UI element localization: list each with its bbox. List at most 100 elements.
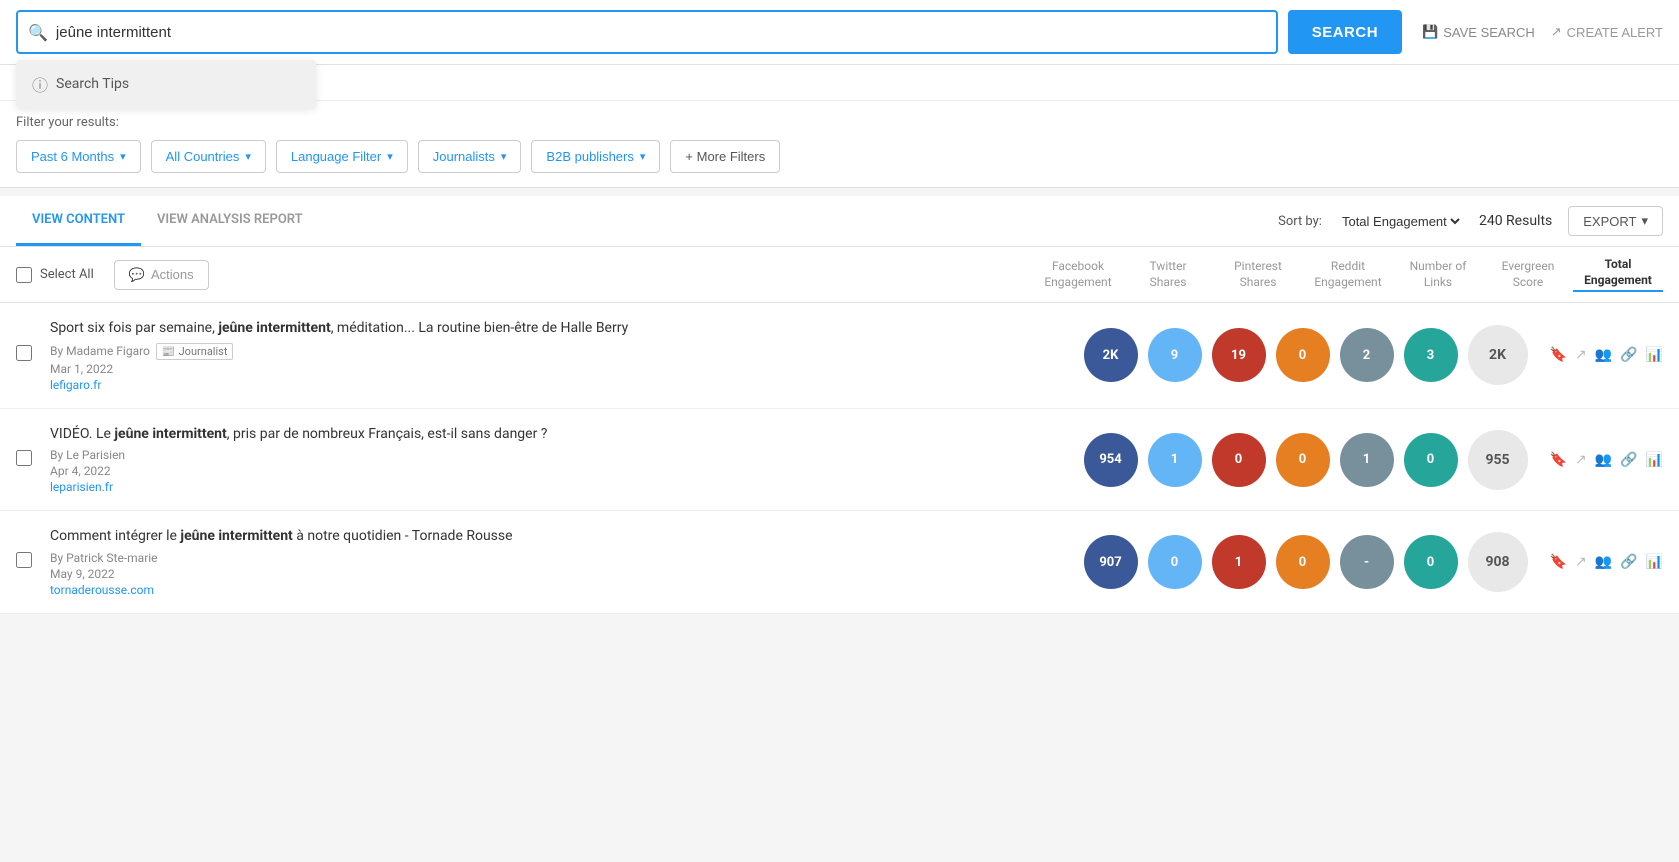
export-label: EXPORT bbox=[1583, 214, 1636, 229]
facebook-metric-1: 2K bbox=[1084, 328, 1138, 382]
search-button[interactable]: SEARCH bbox=[1288, 10, 1402, 54]
twitter-metric-1: 9 bbox=[1148, 328, 1202, 382]
tab-view-content[interactable]: VIEW CONTENT bbox=[16, 196, 141, 246]
users-icon[interactable]: 👥 bbox=[1595, 554, 1612, 570]
journalists-filter[interactable]: Journalists ▾ bbox=[418, 140, 522, 173]
share-icon[interactable]: ↗ bbox=[1575, 452, 1587, 468]
article-date-2: Apr 4, 2022 bbox=[50, 464, 1070, 478]
article-date-3: May 9, 2022 bbox=[50, 567, 1070, 581]
share-icon[interactable]: ↗ bbox=[1575, 554, 1587, 570]
select-all-area: Select All bbox=[16, 267, 94, 283]
reddit-metric-3: 0 bbox=[1276, 535, 1330, 589]
bookmark-icon[interactable]: 🔖 bbox=[1550, 554, 1567, 570]
chevron-down-icon: ▾ bbox=[1641, 213, 1648, 229]
select-all-label: Select All bbox=[40, 267, 94, 282]
article-title-3[interactable]: Comment intégrer le jeûne intermittent à… bbox=[50, 527, 1070, 547]
chevron-down-icon: ▾ bbox=[640, 150, 646, 163]
chart-icon[interactable]: 📊 bbox=[1646, 554, 1663, 570]
facebook-metric-3: 907 bbox=[1084, 535, 1138, 589]
article-metrics-1: 2K 9 19 0 2 3 2K bbox=[1080, 325, 1532, 385]
article-meta-3: By Patrick Ste-marie bbox=[50, 551, 1070, 565]
sort-select[interactable]: Total Engagement bbox=[1338, 213, 1463, 230]
filter-buttons: Past 6 Months ▾ All Countries ▾ Language… bbox=[16, 140, 1663, 173]
links-metric-1: 2 bbox=[1340, 328, 1394, 382]
actions-icon: 💬 bbox=[129, 267, 145, 283]
users-icon[interactable]: 👥 bbox=[1595, 452, 1612, 468]
article-checkbox-2[interactable] bbox=[16, 450, 40, 470]
col-header-twitter: TwitterShares bbox=[1123, 259, 1213, 290]
article-link-2[interactable]: leparisien.fr bbox=[50, 480, 1070, 494]
search-tips-label: Search Tips bbox=[56, 76, 129, 92]
article-meta-2: By Le Parisien bbox=[50, 448, 1070, 462]
article-meta-1: By Madame Figaro 📰 Journalist bbox=[50, 343, 1070, 360]
evergreen-metric-1: 3 bbox=[1404, 328, 1458, 382]
pinterest-metric-2: 0 bbox=[1212, 433, 1266, 487]
evergreen-metric-2: 0 bbox=[1404, 433, 1458, 487]
link-icon[interactable]: 🔗 bbox=[1620, 347, 1637, 363]
article-title-2[interactable]: VIDÉO. Le jeûne intermittent, pris par d… bbox=[50, 425, 1070, 445]
table-row: Comment intégrer le jeûne intermittent à… bbox=[0, 511, 1679, 614]
more-filters-button[interactable]: + More Filters bbox=[670, 140, 780, 173]
select-all-checkbox[interactable] bbox=[16, 267, 32, 283]
links-metric-2: 1 bbox=[1340, 433, 1394, 487]
actions-button[interactable]: 💬 Actions bbox=[114, 260, 209, 290]
table-row: VIDÉO. Le jeûne intermittent, pris par d… bbox=[0, 409, 1679, 512]
tab-view-analysis[interactable]: VIEW ANALYSIS REPORT bbox=[141, 196, 319, 246]
article-content-3: Comment intégrer le jeûne intermittent à… bbox=[50, 527, 1070, 597]
article-checkbox-3[interactable] bbox=[16, 552, 40, 572]
row-actions-3: 🔖 ↗ 👥 🔗 📊 bbox=[1550, 554, 1663, 570]
col-header-evergreen: EvergreenScore bbox=[1483, 259, 1573, 290]
past-months-label: Past 6 Months bbox=[31, 149, 114, 164]
article-link-3[interactable]: tornaderousse.com bbox=[50, 583, 1070, 597]
twitter-metric-2: 1 bbox=[1148, 433, 1202, 487]
chevron-down-icon: ▾ bbox=[245, 150, 251, 163]
reddit-metric-1: 0 bbox=[1276, 328, 1330, 382]
article-link-1[interactable]: lefigaro.fr bbox=[50, 378, 1070, 392]
bookmark-icon[interactable]: 🔖 bbox=[1550, 347, 1567, 363]
row-actions-2: 🔖 ↗ 👥 🔗 📊 bbox=[1550, 452, 1663, 468]
links-metric-3: - bbox=[1340, 535, 1394, 589]
journalist-label: Journalist bbox=[179, 345, 228, 358]
search-bar-area: 🔍 SEARCH 💾 SAVE SEARCH ↗ CREATE ALERT ⓘ … bbox=[0, 0, 1679, 65]
articles-container: Sport six fois par semaine, jeûne interm… bbox=[0, 303, 1679, 614]
article-checkbox-1[interactable] bbox=[16, 345, 40, 365]
journalist-badge-1: 📰 Journalist bbox=[156, 343, 234, 360]
chart-icon[interactable]: 📊 bbox=[1646, 452, 1663, 468]
chevron-down-icon: ▾ bbox=[120, 150, 126, 163]
chevron-down-icon: ▾ bbox=[387, 150, 393, 163]
tabs-bar: VIEW CONTENT VIEW ANALYSIS REPORT Sort b… bbox=[0, 196, 1679, 247]
share-icon[interactable]: ↗ bbox=[1575, 347, 1587, 363]
all-countries-label: All Countries bbox=[166, 149, 240, 164]
alert-icon: ↗ bbox=[1551, 24, 1562, 40]
journalist-icon: 📰 bbox=[162, 345, 176, 358]
col-header-facebook: FacebookEngagement bbox=[1033, 259, 1123, 290]
b2b-publishers-label: B2B publishers bbox=[546, 149, 633, 164]
article-title-1[interactable]: Sport six fois par semaine, jeûne interm… bbox=[50, 319, 1070, 339]
table-row: Sport six fois par semaine, jeûne interm… bbox=[0, 303, 1679, 409]
info-icon: ⓘ bbox=[32, 72, 48, 96]
filter-bar: Filter your results: Past 6 Months ▾ All… bbox=[0, 101, 1679, 188]
language-filter[interactable]: Language Filter ▾ bbox=[276, 140, 408, 173]
create-alert-button[interactable]: ↗ CREATE ALERT bbox=[1551, 24, 1663, 40]
journalists-label: Journalists bbox=[433, 149, 495, 164]
all-countries-filter[interactable]: All Countries ▾ bbox=[151, 140, 266, 173]
search-input[interactable] bbox=[56, 24, 1266, 41]
link-icon[interactable]: 🔗 bbox=[1620, 554, 1637, 570]
export-button[interactable]: EXPORT ▾ bbox=[1568, 206, 1663, 236]
link-icon[interactable]: 🔗 bbox=[1620, 452, 1637, 468]
sort-label: Sort by: bbox=[1278, 214, 1322, 229]
chevron-down-icon: ▾ bbox=[501, 150, 507, 163]
chart-icon[interactable]: 📊 bbox=[1646, 347, 1663, 363]
column-headers: FacebookEngagement TwitterShares Pintere… bbox=[1033, 257, 1663, 292]
search-tips-dropdown: ⓘ Search Tips bbox=[16, 60, 316, 108]
b2b-publishers-filter[interactable]: B2B publishers ▾ bbox=[531, 140, 660, 173]
col-header-links: Number ofLinks bbox=[1393, 259, 1483, 290]
twitter-metric-3: 0 bbox=[1148, 535, 1202, 589]
article-content-1: Sport six fois par semaine, jeûne interm… bbox=[50, 319, 1070, 392]
past-months-filter[interactable]: Past 6 Months ▾ bbox=[16, 140, 141, 173]
article-content-2: VIDÉO. Le jeûne intermittent, pris par d… bbox=[50, 425, 1070, 495]
bookmark-icon[interactable]: 🔖 bbox=[1550, 452, 1567, 468]
users-icon[interactable]: 👥 bbox=[1595, 347, 1612, 363]
total-metric-1: 2K bbox=[1468, 325, 1528, 385]
save-search-button[interactable]: 💾 SAVE SEARCH bbox=[1422, 24, 1535, 40]
